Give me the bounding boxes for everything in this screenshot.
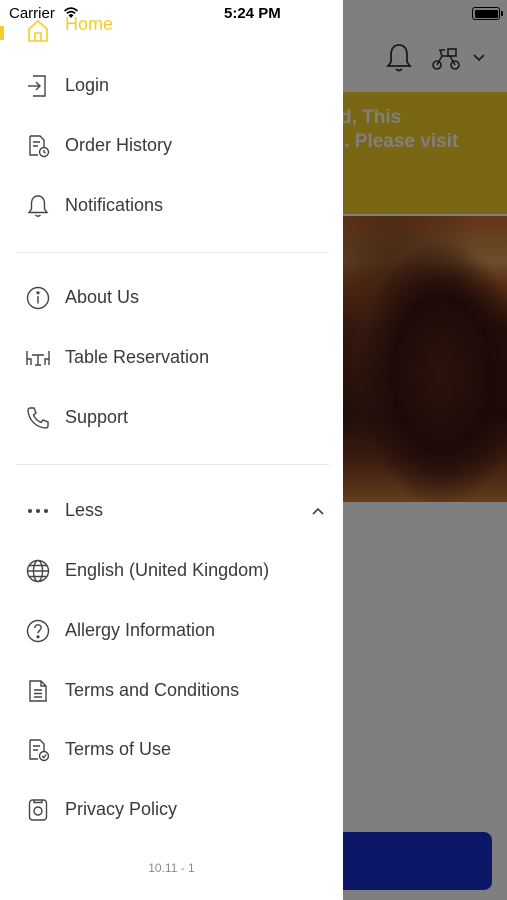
menu-item-support[interactable]: Support [0, 392, 343, 444]
document-check-icon [24, 736, 52, 764]
globe-icon [24, 557, 52, 585]
menu-item-login-label: Login [65, 75, 110, 95]
more-dots-icon [24, 497, 52, 525]
menu-item-less-label: Less [65, 500, 104, 520]
notification-bell-icon [24, 192, 52, 220]
menu-item-login[interactable]: Login [0, 60, 343, 112]
menu-item-support-label: Support [65, 407, 129, 427]
table-icon [24, 344, 52, 372]
menu-item-privacy-policy-label: Privacy Policy [65, 799, 178, 819]
status-time: 5:24 PM [224, 5, 281, 22]
carrier-label: Carrier [9, 5, 55, 22]
menu-item-terms-and-conditions[interactable]: Terms and Conditions [0, 665, 343, 717]
menu-item-table-reservation[interactable]: Table Reservation [0, 332, 343, 384]
menu-item-terms-of-use[interactable]: Terms of Use [0, 724, 343, 776]
menu-item-terms-and-conditions-label: Terms and Conditions [65, 680, 240, 700]
chevron-up-icon [312, 507, 324, 515]
battery-icon [472, 7, 503, 20]
order-history-icon [24, 132, 52, 160]
menu-item-language[interactable]: English (United Kingdom) [0, 545, 343, 597]
document-icon [24, 677, 52, 705]
menu-item-about-us-label: About Us [65, 287, 140, 307]
menu-item-order-history[interactable]: Order History [0, 120, 343, 172]
menu-item-order-history-label: Order History [65, 135, 173, 155]
menu-item-privacy-policy[interactable]: Privacy Policy [0, 784, 343, 836]
menu-item-notifications[interactable]: Notifications [0, 180, 343, 232]
menu-item-allergy-information[interactable]: Allergy Information [0, 605, 343, 657]
divider-2 [16, 464, 329, 465]
status-bar: Carrier 5:24 PM [0, 0, 507, 26]
app-version: 10.11 - 1 [148, 861, 195, 875]
login-icon [24, 72, 52, 100]
menu-item-language-label: English (United Kingdom) [65, 560, 270, 580]
side-drawer: Home Login Order History Notifications A… [0, 0, 343, 900]
phone-icon [24, 404, 52, 432]
privacy-icon [24, 796, 52, 824]
menu-item-allergy-information-label: Allergy Information [65, 620, 216, 640]
wifi-icon [64, 7, 78, 18]
menu-item-about-us[interactable]: About Us [0, 272, 343, 324]
question-icon [24, 617, 52, 645]
menu-item-less-toggle[interactable]: Less [0, 485, 343, 537]
divider-1 [16, 252, 329, 253]
menu-item-table-reservation-label: Table Reservation [65, 347, 210, 367]
info-icon [24, 284, 52, 312]
menu-item-notifications-label: Notifications [65, 195, 164, 215]
menu-item-terms-of-use-label: Terms of Use [65, 739, 172, 759]
